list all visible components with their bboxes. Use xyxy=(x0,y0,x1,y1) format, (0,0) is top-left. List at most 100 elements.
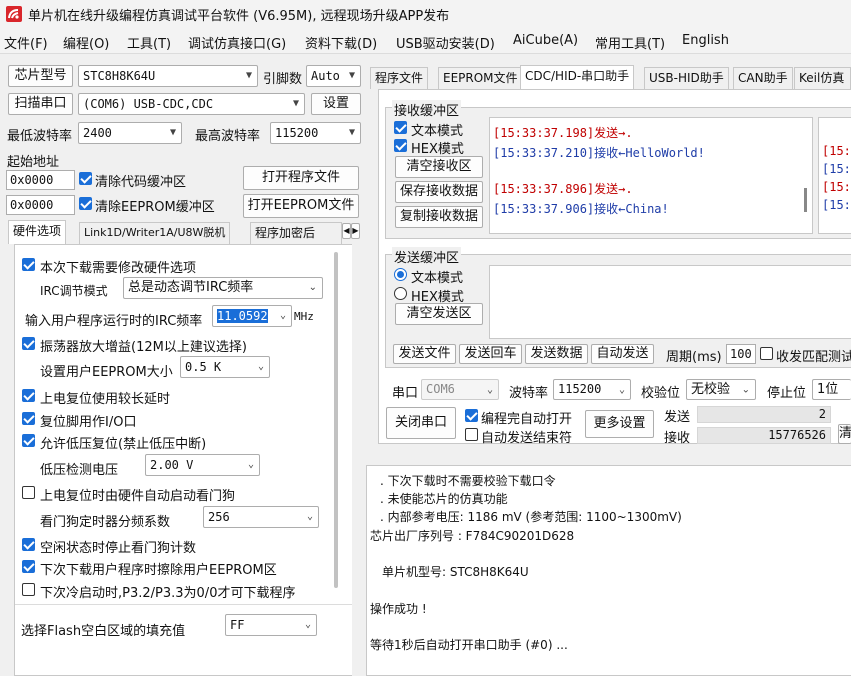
menu-file[interactable]: 文件(F) xyxy=(4,33,48,52)
tab-encryption[interactable]: 程序加密后 xyxy=(250,222,342,244)
chip-model-select[interactable]: STC8H8K64U ▼ xyxy=(78,65,258,87)
log-line: 单片机型号: STC8H8K64U xyxy=(382,565,529,579)
tab-cdc-hid-serial[interactable]: CDC/HID-串口助手 xyxy=(520,65,635,89)
low-voltage-select[interactable]: 2.00 V ⌄ xyxy=(145,454,260,476)
menu-usb-driver[interactable]: USB驱动安装(D) xyxy=(396,33,495,52)
min-baud-label: 最低波特率 xyxy=(7,129,73,144)
por-delay-checkbox[interactable] xyxy=(22,389,35,402)
clear-code-checkbox[interactable] xyxy=(79,172,92,185)
baud-label: 波特率 xyxy=(509,386,549,401)
period-label: 周期(ms) xyxy=(666,350,722,365)
stop-bit-select[interactable]: 1位 xyxy=(812,379,851,400)
copy-rx-button[interactable]: 复制接收数据 xyxy=(395,206,483,228)
pin-count-select[interactable]: Auto ▼ xyxy=(306,65,361,87)
rx-scrollbar[interactable] xyxy=(804,188,807,212)
divider xyxy=(15,604,352,605)
open-program-file-button[interactable]: 打开程序文件 xyxy=(243,166,359,190)
chevron-down-icon: ⌄ xyxy=(486,384,493,395)
tab-scroll-left-icon[interactable]: ◀ xyxy=(342,223,351,239)
irc-mode-label: IRC调节模式 xyxy=(40,284,108,298)
menu-aicube[interactable]: AiCube(A) xyxy=(513,33,578,48)
idle-wdt-checkbox[interactable] xyxy=(22,538,35,551)
auto-send-button[interactable]: 自动发送 xyxy=(591,344,654,364)
clear-rx-button[interactable]: 清空接收区 xyxy=(395,156,483,178)
max-baud-label: 最高波特率 xyxy=(195,129,261,144)
start-address-label: 起始地址 xyxy=(7,155,60,170)
menu-tools[interactable]: 工具(T) xyxy=(127,33,171,52)
menu-download[interactable]: 资料下载(D) xyxy=(305,33,377,52)
tab-can[interactable]: CAN助手 xyxy=(733,67,793,89)
rx-text-area[interactable]: [15:33:37.198]发送→. [15:33:37.210]接收←Hell… xyxy=(489,117,813,234)
tx-text-area[interactable] xyxy=(489,265,851,339)
clear-code-label: 清除代码缓冲区 xyxy=(95,175,187,190)
chevron-down-icon: ⌄ xyxy=(247,459,254,470)
menu-program[interactable]: 编程(O) xyxy=(63,33,109,52)
clear-eeprom-checkbox[interactable] xyxy=(79,197,92,210)
parity-select[interactable]: 无校验 ⌄ xyxy=(686,379,756,400)
eeprom-size-select[interactable]: 0.5 K ⌄ xyxy=(180,356,270,378)
lvr-label: 允许低压复位(禁止低压中断) xyxy=(40,437,207,452)
match-test-checkbox[interactable] xyxy=(760,347,773,360)
erase-eeprom-checkbox[interactable] xyxy=(22,560,35,573)
reset-io-checkbox[interactable] xyxy=(22,412,35,425)
more-settings-button[interactable]: 更多设置 xyxy=(585,410,654,438)
chip-model-button[interactable]: 芯片型号 xyxy=(8,65,73,87)
app-logo-icon xyxy=(6,6,22,22)
pin-count-label: 引脚数 xyxy=(263,72,303,87)
baud-select[interactable]: 115200 ⌄ xyxy=(553,379,631,400)
settings-button[interactable]: 设置 xyxy=(311,93,361,115)
tx-text-mode-radio[interactable] xyxy=(394,268,407,281)
wdt-div-label: 看门狗定时器分频系数 xyxy=(40,515,171,530)
menu-english[interactable]: English xyxy=(682,33,729,48)
recv-count-label: 接收 xyxy=(664,431,691,446)
log-line: 等待1秒后自动打开串口助手 (#0) ... xyxy=(370,638,568,652)
code-address-input[interactable]: 0x0000 xyxy=(6,170,75,190)
save-rx-button[interactable]: 保存接收数据 xyxy=(395,181,483,203)
flash-fill-label: 选择Flash空白区域的填充值 xyxy=(21,624,186,639)
hardware-scrollbar[interactable] xyxy=(334,252,338,588)
max-baud-select[interactable]: 115200 ▼ xyxy=(270,122,361,144)
open-eeprom-file-button[interactable]: 打开EEPROM文件 xyxy=(243,194,359,218)
chevron-down-icon: ▼ xyxy=(169,127,176,138)
auto-end-checkbox[interactable] xyxy=(465,428,478,441)
rx-hex-mode-checkbox[interactable] xyxy=(394,139,407,152)
wdt-div-select[interactable]: 256 ⌄ xyxy=(203,506,319,528)
chevron-down-icon: ⌄ xyxy=(308,282,317,293)
auto-open-checkbox[interactable] xyxy=(465,409,478,422)
serial-port-select[interactable]: COM6 ⌄ xyxy=(421,379,499,400)
eeprom-address-input[interactable]: 0x0000 xyxy=(6,195,75,215)
rx-line: [15:33:37.896]发送→. xyxy=(493,182,633,196)
send-file-button[interactable]: 发送文件 xyxy=(393,344,456,364)
irc-mode-select[interactable]: 总是动态调节IRC频率 ⌄ xyxy=(123,277,323,299)
low-voltage-label: 低压检测电压 xyxy=(40,463,119,478)
osc-gain-checkbox[interactable] xyxy=(22,337,35,350)
tx-hex-mode-radio[interactable] xyxy=(394,287,407,300)
min-baud-select[interactable]: 2400 ▼ xyxy=(78,122,182,144)
scan-port-button[interactable]: 扫描串口 xyxy=(8,93,73,115)
rx-text-mode-checkbox[interactable] xyxy=(394,121,407,134)
tab-keil-sim[interactable]: Keil仿真 xyxy=(794,67,851,89)
tab-program-file[interactable]: 程序文件 xyxy=(370,67,429,89)
clear-count-button[interactable]: 清 xyxy=(838,424,851,444)
menu-debug[interactable]: 调试仿真接口(G) xyxy=(188,33,286,52)
send-cr-button[interactable]: 发送回车 xyxy=(459,344,522,364)
period-input[interactable]: 100 xyxy=(726,344,756,364)
modify-hw-checkbox[interactable] xyxy=(22,258,35,271)
chevron-down-icon: ▼ xyxy=(348,70,355,81)
tab-hardware-options[interactable]: 硬件选项 xyxy=(8,220,67,244)
tab-scroll-right-icon[interactable]: ▶ xyxy=(351,223,360,239)
close-port-button[interactable]: 关闭串口 xyxy=(386,407,456,439)
chevron-down-icon: ⌄ xyxy=(306,511,313,522)
lvr-checkbox[interactable] xyxy=(22,434,35,447)
menu-common-tools[interactable]: 常用工具(T) xyxy=(595,33,665,52)
wdt-start-checkbox[interactable] xyxy=(22,486,35,499)
tab-offline-writer[interactable]: Link1D/Writer1A/U8W脱机 xyxy=(79,222,231,244)
clear-tx-button[interactable]: 清空发送区 xyxy=(395,303,483,325)
flash-fill-select[interactable]: FF ⌄ xyxy=(225,614,317,636)
p32-checkbox[interactable] xyxy=(22,583,35,596)
tab-usb-hid[interactable]: USB-HID助手 xyxy=(644,67,729,89)
send-data-button[interactable]: 发送数据 xyxy=(525,344,588,364)
irc-freq-select[interactable]: 11.0592 ⌄ xyxy=(212,305,292,327)
tab-eeprom-file[interactable]: EEPROM文件 xyxy=(438,67,523,89)
port-select[interactable]: (COM6) USB-CDC,CDC ▼ xyxy=(78,93,305,115)
